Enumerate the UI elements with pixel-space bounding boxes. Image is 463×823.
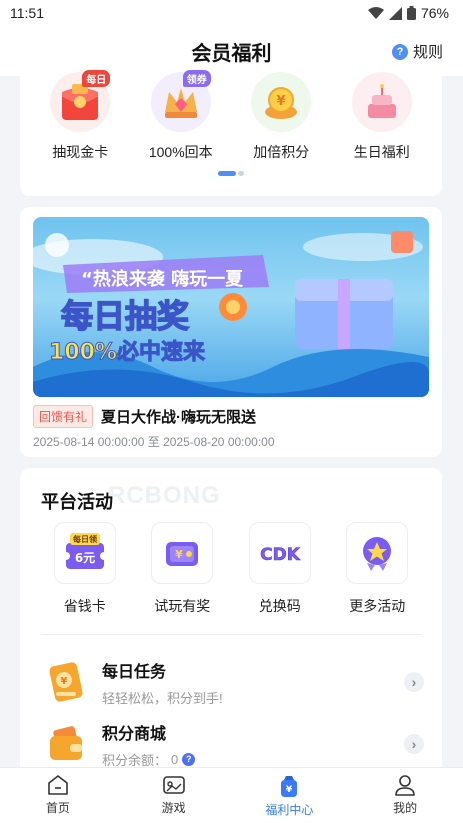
task-title: 积分商城 [102,725,167,743]
platform-card: RCBONG 平台活动 每日领 6元 省钱卡 ¥ 试玩有奖 CDK 兑换码 更多… [20,468,442,778]
gold-coin-icon: ¥ [251,72,312,132]
indicator-dot [238,171,244,176]
tab-label: 福利中心 [265,803,314,817]
activity-more[interactable]: 更多活动 [337,522,417,616]
perk-badge: 每日 [82,70,111,87]
rules-label: 规则 [412,44,443,61]
carousel-indicator [218,171,244,176]
perk-cash-card[interactable]: 每日 抽现金卡 [35,70,125,162]
svg-text:¥: ¥ [277,94,286,109]
promo-date-range: 2025-08-14 00:00:00 至 2025-08-20 00:00:0… [33,435,275,449]
perk-badge: 领券 [182,70,211,87]
perk-full-refund[interactable]: 领券 100%回本 [136,70,226,162]
birthday-cake-icon [351,72,412,132]
crown-icon: 领券 [150,70,211,132]
activity-label: 省钱卡 [63,598,106,614]
perk-label: 100%回本 [148,144,213,160]
status-time: 11:51 [10,5,44,21]
indicator-dot-active [218,171,236,176]
banner-heading: “热浪来袭 嗨玩一夏 [81,268,244,290]
cdk-text: CDK [260,545,301,565]
game-icon [162,776,185,794]
promo-tag: 回馈有礼 [33,405,94,428]
perk-label: 加倍积分 [253,144,310,160]
red-envelope-icon: 每日 [50,70,111,132]
saving-card-badge: 每日领 [73,534,97,544]
signal-icon [388,6,402,20]
perk-double-points[interactable]: ¥ 加倍积分 [236,72,326,162]
points-balance: 0 [171,751,179,767]
rules-button[interactable]: ? 规则 [391,41,443,62]
tab-label: 首页 [45,801,70,815]
wifi-icon [367,6,384,19]
tab-games[interactable]: 游戏 [134,768,214,823]
home-icon [48,775,68,795]
battery-icon [406,6,416,20]
coupon-card-icon: 每日领 6元 [53,522,116,584]
game-coin-icon: ¥ [151,522,214,584]
points-mall-row[interactable]: 积分商城 积分余额： 0 ? › [44,716,424,772]
promo-card[interactable]: “热浪来袭 嗨玩一夏 每日抽奖 100%必中速来 回馈有礼 夏日大作战·嗨玩无限… [20,207,442,457]
question-icon: ? [391,43,408,60]
tab-label: 游戏 [161,801,186,815]
promo-title: 夏日大作战·嗨玩无限送 [101,409,257,426]
perks-card: 每日 抽现金卡 领券 100%回本 ¥ 加倍积分 生日福利 [20,70,442,196]
promo-banner-image[interactable]: “热浪来袭 嗨玩一夏 每日抽奖 100%必中速来 [33,217,429,397]
tab-profile[interactable]: 我的 [365,768,445,823]
activity-redeem-code[interactable]: CDK 兑换码 [240,522,320,616]
activity-label: 兑换码 [258,598,301,614]
profile-icon [395,775,415,796]
banner-sub-text: 100%必中速来 [49,339,206,365]
task-subtitle: 轻轻松松，积分到手! [102,690,223,706]
page-title: 会员福利 [191,42,272,65]
activity-trial-reward[interactable]: ¥ 试玩有奖 [142,522,222,616]
star-medal-icon [346,522,409,584]
activity-label: 试玩有奖 [154,598,211,614]
cdk-icon: CDK [248,522,311,584]
perk-label: 抽现金卡 [52,144,109,160]
divider [41,634,421,635]
svg-text:¥: ¥ [286,785,293,795]
battery-level: 76% [420,5,449,21]
chevron-right-icon[interactable]: › [404,734,424,754]
watermark-text: RCBONG [108,482,221,509]
daily-task-row[interactable]: ¥ 每日任务 轻轻松松，积分到手! › [44,654,424,710]
chevron-right-icon[interactable]: › [404,672,424,692]
banner-art: “热浪来袭 嗨玩一夏 每日抽奖 100%必中速来 [33,231,429,397]
status-bar: 11:51 76% [0,0,463,26]
tab-home[interactable]: 首页 [18,768,98,823]
welfare-bag-icon: ¥ [281,776,298,797]
activity-label: 更多活动 [349,598,406,614]
svg-text:¥: ¥ [175,548,183,561]
bottom-tab-bar: 首页 游戏 ¥ 福利中心 我的 [0,767,463,823]
question-icon[interactable]: ? [182,752,196,766]
saving-card-amount: 6元 [75,551,95,565]
perk-label: 生日福利 [353,144,410,160]
activity-saving-card[interactable]: 每日领 6元 省钱卡 [45,522,125,616]
banner-main-text: 每日抽奖 [61,297,189,335]
tab-welfare-center[interactable]: ¥ 福利中心 [249,768,329,823]
balance-label: 积分余额： [102,752,168,768]
section-title: 平台活动 [41,492,113,512]
wallet-icon [50,726,82,760]
tab-label: 我的 [393,801,418,815]
perk-birthday[interactable]: 生日福利 [337,72,427,162]
status-icons: 76% [367,5,449,21]
svg-text:¥: ¥ [61,676,68,687]
task-ticket-icon: ¥ [49,662,83,702]
task-title: 每日任务 [102,663,167,681]
nav-bar: 会员福利 ? 规则 [0,26,463,76]
